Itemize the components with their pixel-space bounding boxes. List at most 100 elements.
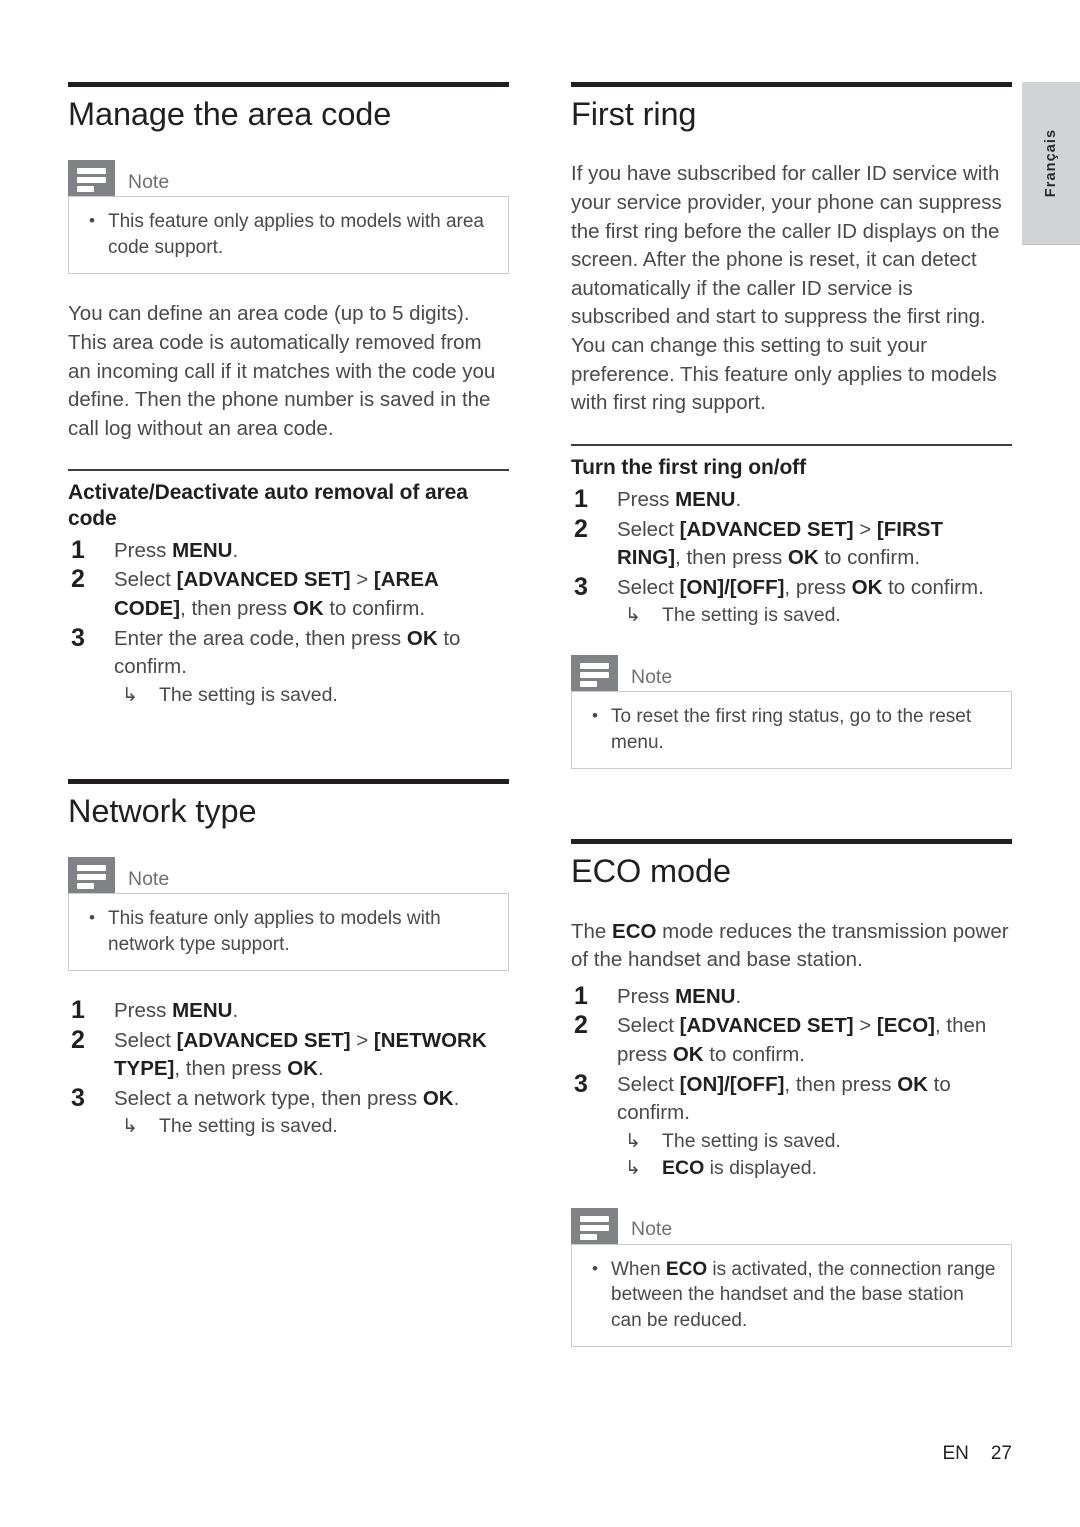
step-item: 2 Select [ADVANCED SET] > [ECO], then pr… [571, 1011, 1012, 1069]
steps-list: 1 Press MENU. 2 Select [ADVANCED SET] > … [68, 996, 509, 1141]
ui-token: [ON]/[OFF] [679, 1072, 785, 1096]
ui-token: MENU [675, 487, 736, 511]
step-item: 2 Select [ADVANCED SET] > [NETWORK TYPE]… [68, 1025, 509, 1084]
note-icon [68, 857, 115, 894]
step-result: ↳ The setting is saved. [114, 1113, 509, 1140]
step-item: 1 Press MENU. [571, 981, 1012, 1012]
result-arrow-icon: ↳ [122, 1116, 138, 1138]
page-title: Manage the area code [68, 96, 392, 132]
step-text: Select [ON]/[OFF], press OK to confirm. [617, 575, 984, 599]
step-number: 3 [71, 623, 85, 652]
two-column-layout: Manage the area code Note This feature o… [68, 82, 1012, 1373]
section-title-eco-mode: ECO mode [571, 853, 731, 890]
subsection-rule [571, 443, 1012, 446]
left-column: Manage the area code Note This feature o… [68, 82, 509, 1373]
note-icon [68, 160, 115, 197]
ui-token: [ADVANCED SET] [679, 517, 854, 541]
subsection-title: Activate/Deactivate auto removal of area… [68, 481, 468, 530]
ui-token: OK [897, 1072, 928, 1096]
step-item: 3 Select [ON]/[OFF], then press OK to co… [571, 1069, 1012, 1182]
ui-token: [ADVANCED SET] [679, 1014, 854, 1038]
note-body: To reset the first ring status, go to th… [571, 691, 1012, 770]
ui-token: [ADVANCED SET] [176, 568, 351, 592]
step-result: ↳ The setting is saved. [114, 682, 509, 709]
footer-page-number: 27 [990, 1443, 1012, 1464]
note-header: Note [571, 655, 1012, 692]
subsection-turn-the-first-ring-on-off: Turn the first ring on/off 1 Press MENU.… [571, 443, 1012, 630]
ui-token: OK [292, 596, 324, 620]
steps-list: 1 Press MENU. 2 Select [ADVANCED SET] > … [571, 981, 1012, 1182]
step-text: Select a network type, then press OK. [114, 1086, 460, 1110]
section-title-network-type: Network type [68, 792, 257, 829]
ui-token: OK [851, 575, 883, 599]
note-body: This feature only applies to models with… [68, 893, 509, 972]
step-result-text: ECO is displayed. [662, 1156, 817, 1179]
step-number: 2 [71, 565, 85, 594]
ui-token: MENU [675, 984, 736, 1008]
language-tab: Français [1022, 82, 1080, 245]
step-result: ↳ ECO is displayed. [617, 1155, 1012, 1182]
note-label: Note [128, 170, 170, 193]
step-result-text: The setting is saved. [662, 604, 841, 627]
step-text: Select [ADVANCED SET] > [ECO], then pres… [617, 1014, 987, 1067]
ui-token: ECO [662, 1156, 705, 1179]
step-item: 1 Press MENU. [68, 535, 509, 566]
ui-token: MENU [172, 538, 233, 562]
result-arrow-icon: ↳ [625, 1157, 641, 1179]
steps-list: 1 Press MENU. 2 Select [ADVANCED SET] > … [68, 535, 509, 709]
ui-token: MENU [172, 999, 233, 1023]
step-number: 1 [71, 535, 85, 564]
subsection-rule [68, 469, 509, 472]
ui-token: [ADVANCED SET] [176, 1028, 351, 1052]
step-number: 1 [574, 981, 588, 1010]
ui-token: ECO [665, 1258, 708, 1280]
footer-language-code: EN [942, 1443, 969, 1464]
result-arrow-icon: ↳ [625, 1130, 641, 1152]
ui-token: [ON]/[OFF] [679, 575, 785, 599]
ui-token: ECO [612, 919, 657, 943]
note-header: Note [68, 160, 509, 197]
note-label: Note [631, 665, 673, 688]
note-header: Note [571, 1207, 1012, 1244]
note-body: This feature only applies to models with… [68, 196, 509, 275]
ui-token: OK [422, 1086, 454, 1110]
subsection-title: Turn the first ring on/off [571, 455, 806, 479]
ui-token: [ECO] [876, 1014, 935, 1038]
step-text: Press MENU. [114, 538, 239, 562]
section-manage-the-area-code: Manage the area code Note This feature o… [68, 82, 509, 709]
manual-page: Français Manage the area code Note This … [0, 0, 1080, 1527]
note-icon [571, 655, 618, 692]
step-text: Press MENU. [114, 999, 239, 1023]
step-number: 2 [574, 1011, 588, 1040]
area-code-description: You can define an area code (up to 5 dig… [68, 302, 496, 440]
note-item: To reset the first ring status, go to th… [586, 703, 997, 755]
step-text: Press MENU. [617, 984, 742, 1008]
step-item: 3 Select a network type, then press OK. … [68, 1083, 509, 1141]
page-footer: EN 27 [0, 1443, 1080, 1465]
step-text: Enter the area code, then press OK to co… [114, 626, 461, 679]
section-rule [68, 82, 509, 87]
note-header: Note [68, 857, 509, 894]
step-number: 1 [574, 484, 588, 513]
note-area-code-support: Note This feature only applies to models… [68, 160, 509, 275]
section-rule [68, 778, 509, 784]
step-number: 2 [71, 1025, 85, 1054]
step-number: 3 [71, 1083, 85, 1112]
note-label: Note [128, 867, 170, 890]
step-text: Press MENU. [617, 487, 742, 511]
note-network-type-support: Note This feature only applies to models… [68, 857, 509, 972]
step-item: 3 Enter the area code, then press OK to … [68, 623, 509, 709]
note-item: This feature only applies to models with… [83, 208, 494, 260]
subsection-activate-deactivate-auto-removal: Activate/Deactivate auto removal of area… [68, 469, 509, 708]
note-eco-connection-range: Note When ECO is activated, the connecti… [571, 1207, 1012, 1348]
note-icon [571, 1207, 618, 1244]
section-first-ring: First ring If you have subscribed for ca… [571, 82, 1012, 770]
step-item: 2 Select [ADVANCED SET] > [FIRST RING], … [571, 515, 1012, 573]
step-number: 3 [574, 1069, 588, 1098]
language-tab-label: Français [1043, 128, 1059, 198]
step-item: 2 Select [ADVANCED SET] > [AREA CODE], t… [68, 565, 509, 623]
ui-token: OK [406, 626, 438, 650]
section-network-type: Network type Note This feature only appl… [68, 778, 509, 1141]
